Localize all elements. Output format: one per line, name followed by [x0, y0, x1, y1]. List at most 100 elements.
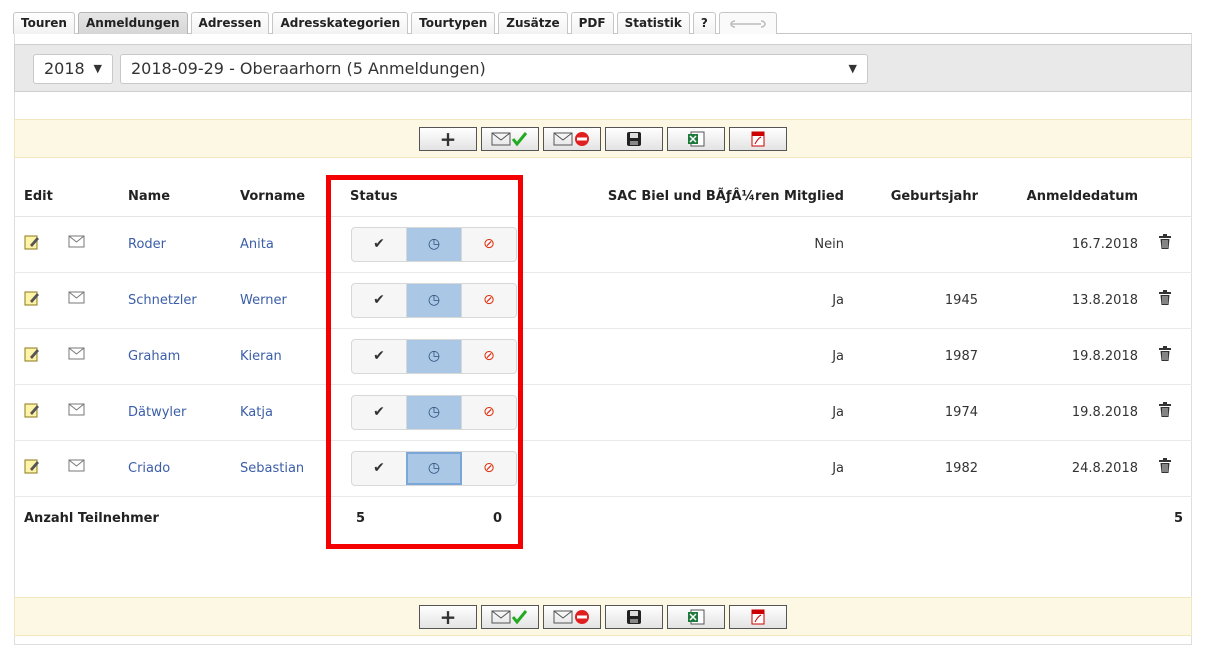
date-cell: 19.8.2018 [978, 328, 1138, 385]
tab-help[interactable]: ? [692, 12, 716, 34]
col-edit: Edit [14, 178, 68, 217]
edit-icon[interactable] [24, 459, 40, 478]
birthyear-cell: 1974 [844, 384, 978, 441]
col-member: SAC Biel und BÃƒÂ¼ren Mitglied [518, 178, 844, 217]
tab-zusaetze[interactable]: Zusätze [498, 12, 568, 34]
selection-bar: 2018 ▼ 2018-09-29 - Oberaarhorn (5 Anmel… [14, 44, 1192, 92]
tab-settings[interactable] [718, 12, 777, 34]
pdf-export-button[interactable] [729, 605, 787, 629]
excel-export-button[interactable] [667, 127, 725, 151]
mail-icon[interactable] [68, 291, 86, 309]
chevron-down-icon: ▼ [848, 62, 857, 75]
table-row: Graham Kieran ✔ ◷ ⊘ Ja 1987 19.8.2018 [14, 328, 1192, 385]
date-cell: 16.7.2018 [978, 216, 1138, 273]
total-count: 5 [1174, 511, 1184, 526]
member-cell: Ja [518, 384, 844, 441]
col-anmeldedatum: Anmeldedatum [978, 178, 1138, 217]
excel-icon [688, 609, 705, 625]
name-link[interactable]: Roder [128, 237, 166, 252]
name-link[interactable]: Graham [128, 349, 180, 364]
trash-icon[interactable] [1158, 234, 1172, 254]
edit-icon[interactable] [24, 347, 40, 366]
add-button[interactable]: + [419, 605, 477, 629]
mail-icon[interactable] [68, 347, 86, 365]
birthyear-cell: 1987 [844, 328, 978, 385]
trash-icon[interactable] [1158, 346, 1172, 366]
date-cell: 24.8.2018 [978, 440, 1138, 497]
table-row: Schnetzler Werner ✔ ◷ ⊘ Ja 1945 13.8.201… [14, 272, 1192, 329]
table-row: Criado Sebastian ✔ ◷ ⊘ Ja 1982 24.8.2018 [14, 440, 1192, 497]
save-button[interactable] [605, 127, 663, 151]
trash-icon[interactable] [1158, 402, 1172, 422]
col-vorname: Vorname [240, 178, 332, 217]
col-name: Name [128, 178, 240, 217]
member-cell: Ja [518, 272, 844, 329]
participant-count-label: Anzahl Teilnehmer [24, 511, 159, 526]
chevron-down-icon: ▼ [93, 62, 102, 75]
pending-count: 5 [356, 511, 366, 526]
member-cell: Ja [518, 328, 844, 385]
tour-select[interactable]: 2018-09-29 - Oberaarhorn (5 Anmeldungen)… [120, 54, 868, 84]
name-link[interactable]: Schnetzler [128, 293, 197, 308]
vorname-link[interactable]: Kieran [240, 349, 282, 364]
mail-reject-button[interactable] [543, 605, 601, 629]
excel-icon [688, 131, 705, 147]
reject-count: 0 [493, 511, 503, 526]
wrench-icon [730, 19, 766, 28]
member-cell: Nein [518, 216, 844, 273]
mail-confirm-icon [491, 132, 528, 147]
birthyear-cell [844, 216, 978, 273]
year-select-value: 2018 [44, 59, 85, 78]
mail-confirm-button[interactable] [481, 127, 539, 151]
add-button[interactable]: + [419, 127, 477, 151]
tab-statistik[interactable]: Statistik [616, 12, 690, 34]
mail-confirm-icon [491, 610, 528, 625]
vorname-link[interactable]: Sebastian [240, 461, 304, 476]
save-button[interactable] [605, 605, 663, 629]
mail-reject-icon [553, 132, 589, 146]
mail-icon[interactable] [68, 403, 86, 421]
pdf-export-button[interactable] [729, 127, 787, 151]
tab-pdf[interactable]: PDF [570, 12, 614, 34]
mail-reject-button[interactable] [543, 127, 601, 151]
name-link[interactable]: Criado [128, 461, 170, 476]
vorname-link[interactable]: Werner [240, 293, 287, 308]
name-link[interactable]: Dätwyler [128, 405, 186, 420]
action-toolbar-top: + [14, 119, 1192, 158]
date-cell: 19.8.2018 [978, 384, 1138, 441]
pdf-icon [751, 609, 765, 625]
birthyear-cell: 1982 [844, 440, 978, 497]
member-cell: Ja [518, 440, 844, 497]
status-highlight-box [326, 175, 523, 549]
registrations-table: Edit Name Vorname Status SAC Biel und BÃ… [14, 178, 1192, 497]
edit-icon[interactable] [24, 235, 40, 254]
tab-adresskategorien[interactable]: Adresskategorien [272, 12, 409, 34]
table-row: Dätwyler Katja ✔ ◷ ⊘ Ja 1974 19.8.2018 [14, 384, 1192, 441]
plus-icon: + [439, 127, 457, 151]
trash-icon[interactable] [1158, 290, 1172, 310]
mail-confirm-button[interactable] [481, 605, 539, 629]
tour-select-value: 2018-09-29 - Oberaarhorn (5 Anmeldungen) [131, 59, 486, 78]
vorname-link[interactable]: Katja [240, 405, 273, 420]
tab-tourtypen[interactable]: Tourtypen [411, 12, 496, 34]
col-geburtsjahr: Geburtsjahr [844, 178, 978, 217]
tab-bar: Touren Anmeldungen Adressen Adresskatego… [13, 12, 777, 34]
tab-adressen[interactable]: Adressen [190, 12, 270, 34]
mail-icon[interactable] [68, 459, 86, 477]
pdf-icon [751, 131, 765, 147]
trash-icon[interactable] [1158, 458, 1172, 478]
edit-icon[interactable] [24, 291, 40, 310]
date-cell: 13.8.2018 [978, 272, 1138, 329]
tab-anmeldungen[interactable]: Anmeldungen [77, 12, 188, 34]
plus-icon: + [439, 605, 457, 629]
mail-reject-icon [553, 610, 589, 624]
tab-touren[interactable]: Touren [13, 12, 75, 34]
mail-icon[interactable] [68, 235, 86, 253]
table-row: Roder Anita ✔ ◷ ⊘ Nein 16.7.2018 [14, 216, 1192, 273]
save-icon [627, 610, 641, 624]
year-select[interactable]: 2018 ▼ [33, 54, 113, 84]
vorname-link[interactable]: Anita [240, 237, 274, 252]
edit-icon[interactable] [24, 403, 40, 422]
save-icon [627, 132, 641, 146]
excel-export-button[interactable] [667, 605, 725, 629]
